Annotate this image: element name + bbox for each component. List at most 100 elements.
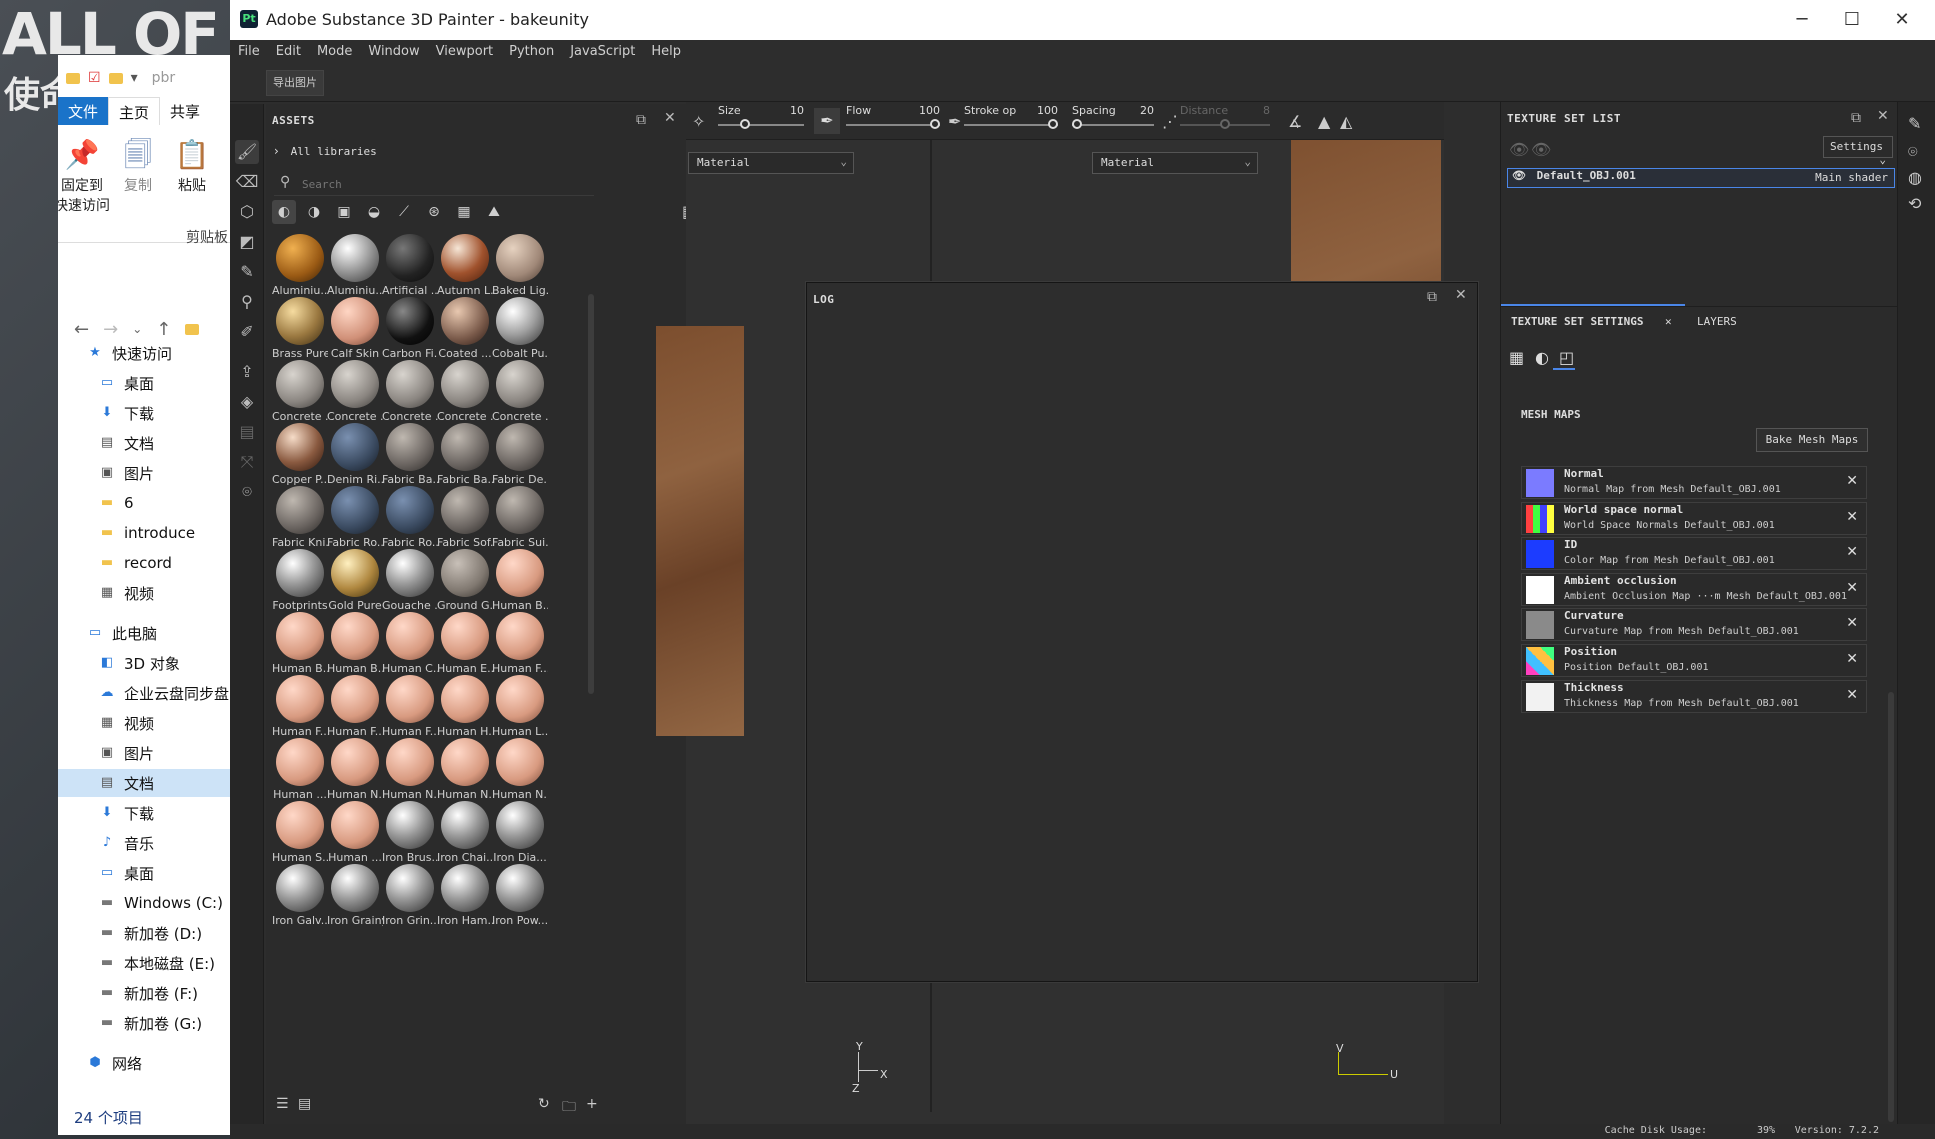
- asset-search-input[interactable]: [302, 174, 582, 194]
- symmetry-alt-icon[interactable]: ◭: [1340, 112, 1352, 131]
- mesh-map-thumbnail[interactable]: [1526, 575, 1554, 604]
- forward-arrow-icon[interactable]: →: [103, 319, 118, 340]
- stroke-icon[interactable]: ✒: [948, 112, 961, 131]
- new-folder-icon[interactable]: 🗀: [562, 1096, 576, 1120]
- tab-layers[interactable]: LAYERS: [1697, 315, 1737, 328]
- nav-tree-item[interactable]: ☁ 企业云盘同步盘: [58, 679, 230, 707]
- pin-quick-access-button[interactable]: 📌 固定到 快速访问: [58, 135, 110, 215]
- mesh-map-row[interactable]: World space normal World Space Normals De…: [1521, 501, 1867, 535]
- mesh-map-thumbnail[interactable]: [1526, 647, 1554, 675]
- stack-icon[interactable]: ▤: [235, 420, 259, 444]
- float-panel-icon[interactable]: ⧉: [1427, 289, 1437, 305]
- transform-icon[interactable]: ⤧: [235, 450, 259, 474]
- mesh-map-row[interactable]: Curvature Curvature Map from Mesh Default…: [1521, 608, 1867, 642]
- tab-texture-set-settings[interactable]: TEXTURE SET SETTINGS: [1511, 315, 1643, 328]
- mesh-map-row[interactable]: Position Position Default_OBJ.001 ✕: [1521, 644, 1867, 677]
- folder-icon[interactable]: [108, 72, 123, 84]
- globe-icon[interactable]: ◍: [1908, 168, 1922, 187]
- nav-tree-item[interactable]: ▣ 图片: [58, 459, 230, 487]
- size-property[interactable]: Size 10: [718, 104, 804, 129]
- mesh-map-thumbnail[interactable]: [1526, 540, 1554, 569]
- asset-material-item[interactable]: Iron Pow...: [492, 864, 548, 942]
- remove-map-icon[interactable]: ✕: [1846, 651, 1858, 667]
- tab-home[interactable]: 主页: [108, 97, 161, 125]
- refresh-icon[interactable]: ↻: [538, 1096, 550, 1112]
- nav-tree-item[interactable]: ▬ 新加卷 (F:): [58, 979, 230, 1007]
- copy-button[interactable]: 🗐 复制: [110, 135, 166, 195]
- feather-icon[interactable]: ✎: [1908, 114, 1921, 133]
- settings-grid-icon[interactable]: ▦: [1509, 348, 1524, 367]
- nav-tree-item[interactable]: ▬ record: [58, 549, 230, 577]
- mesh-map-row[interactable]: Thickness Thickness Map from Mesh Default…: [1521, 679, 1867, 713]
- nav-tree-item[interactable]: ★ 快速访问: [58, 339, 230, 367]
- folder-icon[interactable]: [66, 72, 80, 84]
- paste-button[interactable]: 📋 粘贴: [164, 135, 220, 195]
- nav-tree-item[interactable]: ▦ 视频: [58, 709, 230, 737]
- eye-icon[interactable]: 👁: [1509, 140, 1529, 159]
- masks-filter-icon[interactable]: ▣: [332, 200, 356, 224]
- tab-file[interactable]: 文件: [58, 97, 109, 125]
- brush-settings-icon[interactable]: ✧: [692, 112, 705, 131]
- close-panel-icon[interactable]: ✕: [664, 110, 676, 126]
- textures-filter-icon[interactable]: ◒: [362, 200, 386, 224]
- export-image-button[interactable]: 导出图片: [266, 70, 324, 96]
- float-panel-icon[interactable]: ⧉: [1851, 110, 1861, 126]
- nav-tree-item[interactable]: ⬢ 网络: [58, 1049, 230, 1077]
- color-picker-icon[interactable]: ✐: [235, 320, 259, 344]
- menu-edit[interactable]: Edit: [268, 40, 309, 64]
- nav-tree-item[interactable]: ◧ 3D 对象: [58, 649, 230, 677]
- smart-materials-filter-icon[interactable]: ◑: [302, 200, 326, 224]
- lazy-mouse-icon[interactable]: ⋰: [1162, 112, 1178, 131]
- remove-map-icon[interactable]: ✕: [1846, 615, 1858, 631]
- bake-icon[interactable]: ◈: [235, 390, 259, 414]
- asset-material-item[interactable]: Iron Grainy: [327, 864, 383, 942]
- texture-set-row[interactable]: 👁 Default_OBJ.001 Main shader: [1507, 168, 1895, 188]
- uv-icon[interactable]: ◰: [1559, 348, 1574, 367]
- nav-tree-item[interactable]: ⬇ 下载: [58, 399, 230, 427]
- asset-material-item[interactable]: Iron Ham...: [437, 864, 493, 942]
- material-select-right[interactable]: Material ⌄: [1092, 152, 1258, 174]
- angle-icon[interactable]: ∡: [1288, 112, 1302, 131]
- nav-tree-item[interactable]: ▤ 文档: [58, 769, 230, 797]
- eraser-icon[interactable]: ⌫: [235, 170, 259, 194]
- settings-dropdown[interactable]: Settings ⌄: [1823, 136, 1893, 166]
- menu-help[interactable]: Help: [643, 40, 689, 64]
- up-arrow-icon[interactable]: ↑: [156, 319, 171, 340]
- nav-tree-item[interactable]: ▤ 文档: [58, 429, 230, 457]
- float-panel-icon[interactable]: ⧉: [636, 112, 646, 128]
- material-select-left[interactable]: Material ⌄: [688, 152, 854, 174]
- nav-tree-item[interactable]: ▭ 此电脑: [58, 619, 230, 647]
- nav-tree-item[interactable]: ▬ 新加卷 (D:): [58, 919, 230, 947]
- spacing-property[interactable]: Spacing 20: [1072, 104, 1154, 129]
- back-arrow-icon[interactable]: ←: [74, 319, 89, 340]
- mesh-map-thumbnail[interactable]: [1526, 504, 1554, 533]
- nav-tree-item[interactable]: ▭ 桌面: [58, 369, 230, 397]
- add-icon[interactable]: +: [586, 1096, 598, 1112]
- remove-map-icon[interactable]: ✕: [1846, 544, 1858, 560]
- menu-file[interactable]: File: [230, 40, 268, 64]
- list-view-icon[interactable]: ☰: [276, 1096, 289, 1112]
- nav-tree-item[interactable]: ▬ introduce: [58, 519, 230, 547]
- symmetry-icon[interactable]: ▲: [1318, 112, 1330, 131]
- dropdown-icon[interactable]: ▾: [131, 70, 138, 86]
- detail-view-icon[interactable]: ▤: [298, 1096, 311, 1112]
- export-icon[interactable]: ⇪: [235, 360, 259, 384]
- close-panel-icon[interactable]: ✕: [1877, 108, 1889, 124]
- nav-tree-item[interactable]: ▣ 图片: [58, 739, 230, 767]
- nav-tree-item[interactable]: ▬ 新加卷 (G:): [58, 1009, 230, 1037]
- nav-tree-item[interactable]: ▬ Windows (C:): [58, 889, 230, 917]
- visibility-eye-icon[interactable]: 👁: [1512, 169, 1526, 182]
- material-ball-icon[interactable]: ◐: [1535, 348, 1549, 367]
- menu-window[interactable]: Window: [360, 40, 427, 64]
- projection-icon[interactable]: ⬡: [235, 200, 259, 224]
- menu-javascript[interactable]: JavaScript: [562, 40, 643, 64]
- flow-property[interactable]: Flow 100: [846, 104, 940, 129]
- polygon-fill-icon[interactable]: ◩: [235, 230, 259, 254]
- menu-viewport[interactable]: Viewport: [428, 40, 502, 64]
- remove-map-icon[interactable]: ✕: [1846, 580, 1858, 596]
- clone-stamp-icon[interactable]: ⚲: [235, 290, 259, 314]
- mesh-map-thumbnail[interactable]: [1526, 682, 1554, 711]
- close-tab-icon[interactable]: ✕: [1665, 315, 1672, 328]
- nav-tree-item[interactable]: ▦ 视频: [58, 579, 230, 607]
- patterns-filter-icon[interactable]: ⊛: [422, 200, 446, 224]
